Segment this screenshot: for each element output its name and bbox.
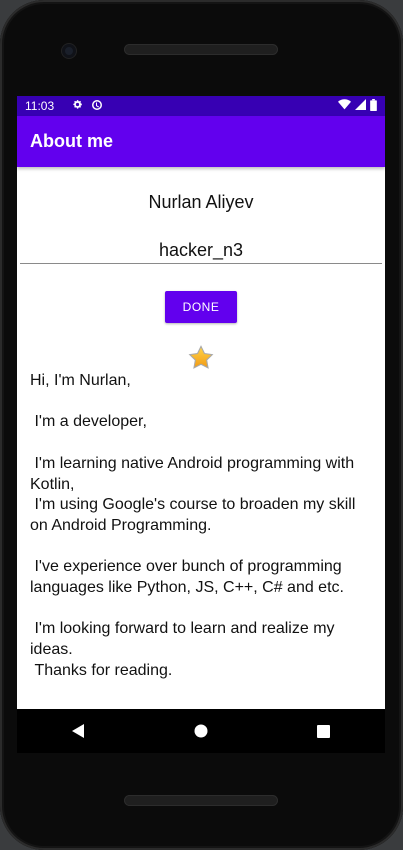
data-saver-icon: [91, 99, 103, 114]
wifi-icon: [338, 99, 351, 113]
front-camera: [62, 44, 76, 58]
nickname-field[interactable]: hacker_n3: [20, 240, 382, 264]
back-button[interactable]: [56, 709, 100, 753]
done-button[interactable]: DONE: [165, 291, 237, 323]
star-icon: [188, 345, 214, 374]
status-time: 11:03: [25, 99, 55, 113]
status-bar: 11:03: [17, 96, 385, 116]
device-screen: 11:03 About me Nurlan Aliyev hacker_n3 D…: [17, 96, 385, 749]
home-icon: [194, 724, 208, 738]
gear-icon: [72, 99, 83, 113]
phone-frame: 11:03 About me Nurlan Aliyev hacker_n3 D…: [0, 0, 403, 850]
top-speaker: [124, 44, 278, 55]
bottom-speaker: [124, 795, 278, 806]
signal-icon: [355, 99, 366, 113]
navigation-bar: [17, 709, 385, 753]
recents-icon: [317, 724, 331, 738]
about-content[interactable]: Nurlan Aliyev hacker_n3 DONE Hi, I'm Nur…: [17, 167, 385, 749]
bio-text: Hi, I'm Nurlan, I'm a developer, I'm lea…: [30, 372, 356, 679]
back-icon: [72, 724, 85, 738]
app-bar-title: About me: [30, 131, 113, 151]
app-bar: About me: [17, 116, 385, 167]
battery-icon: [370, 98, 377, 114]
recents-button[interactable]: [302, 709, 346, 753]
name-text: Nurlan Aliyev: [148, 192, 254, 212]
home-button[interactable]: [179, 709, 223, 753]
